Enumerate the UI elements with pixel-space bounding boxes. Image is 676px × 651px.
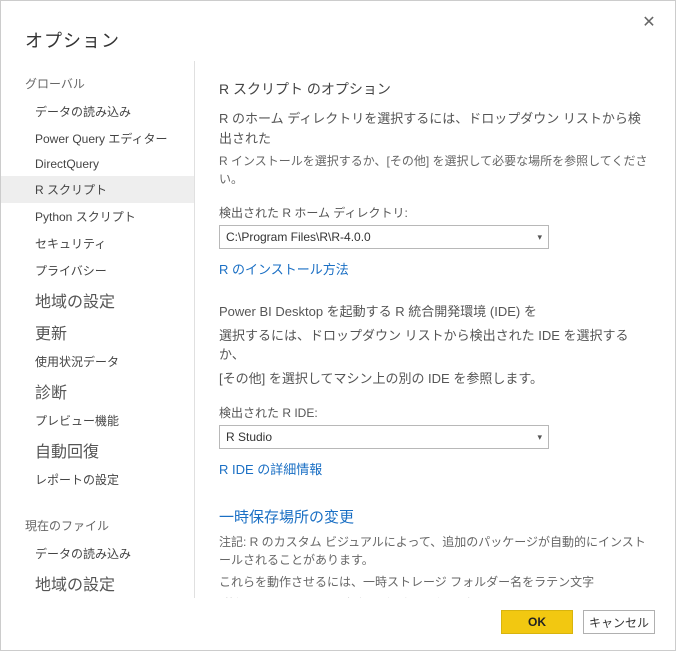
options-dialog: オプション ✕ グローバルデータの読み込みPower Query エディターDi… bbox=[0, 0, 676, 651]
r-install-link[interactable]: R のインストール方法 bbox=[219, 259, 349, 278]
sidebar: グローバルデータの読み込みPower Query エディターDirectQuer… bbox=[1, 61, 195, 598]
sidebar-item[interactable]: 診断 bbox=[1, 375, 194, 407]
sidebar-item[interactable]: R スクリプト bbox=[1, 176, 194, 203]
home-intro-line1: R のホーム ディレクトリを選択するには、ドロップダウン リストから検出された bbox=[219, 109, 651, 148]
sidebar-item[interactable]: プレビュー機能 bbox=[1, 407, 194, 434]
temp-note-line1: 注記: R のカスタム ビジュアルによって、追加のパッケージが自動的にインストー… bbox=[219, 533, 651, 569]
r-home-value: C:\Program Files\R\R-4.0.0 bbox=[226, 230, 371, 244]
chevron-down-icon: ▾ bbox=[537, 232, 542, 243]
sidebar-item[interactable]: データの読み込み bbox=[1, 540, 194, 567]
sidebar-item[interactable]: セキュリティ bbox=[1, 230, 194, 257]
r-home-label: 検出された R ホーム ディレクトリ: bbox=[219, 204, 651, 221]
r-ide-select[interactable]: R Studio ▾ bbox=[219, 425, 549, 449]
sidebar-item[interactable]: 地域の設定 bbox=[1, 284, 194, 316]
home-intro-line2: R インストールを選択するか、[その他] を選択して必要な場所を参照してください… bbox=[219, 152, 651, 188]
ok-button[interactable]: OK bbox=[501, 610, 573, 634]
sidebar-item[interactable]: 地域の設定 bbox=[1, 567, 194, 598]
sidebar-item[interactable]: 使用状況データ bbox=[1, 348, 194, 375]
ide-intro-line1: Power BI Desktop を起動する R 統合開発環境 (IDE) を bbox=[219, 302, 651, 322]
sidebar-item[interactable]: Power Query エディター bbox=[1, 125, 194, 152]
sidebar-item[interactable]: レポートの設定 bbox=[1, 466, 194, 493]
r-home-select[interactable]: C:\Program Files\R\R-4.0.0 ▾ bbox=[219, 225, 549, 249]
r-ide-label: 検出された R IDE: bbox=[219, 404, 651, 421]
sidebar-section-header: グローバル bbox=[1, 69, 194, 98]
ide-intro-line3: [その他] を選択してマシン上の別の IDE を参照します。 bbox=[219, 369, 651, 389]
temp-location-change-link[interactable]: 一時保存場所の変更 bbox=[219, 506, 651, 527]
r-ide-info-link[interactable]: R IDE の詳細情報 bbox=[219, 459, 322, 478]
r-script-options-title: R スクリプト のオプション bbox=[219, 79, 651, 99]
dialog-body: グローバルデータの読み込みPower Query エディターDirectQuer… bbox=[1, 61, 675, 598]
sidebar-item[interactable]: 更新 bbox=[1, 316, 194, 348]
dialog-footer: OK キャンセル bbox=[1, 598, 675, 650]
dialog-title: オプション bbox=[25, 27, 639, 53]
cancel-button[interactable]: キャンセル bbox=[583, 610, 655, 634]
sidebar-item[interactable]: データの読み込み bbox=[1, 98, 194, 125]
content-panel: R スクリプト のオプション R のホーム ディレクトリを選択するには、ドロップ… bbox=[195, 61, 675, 598]
r-ide-value: R Studio bbox=[226, 430, 272, 444]
sidebar-item[interactable]: Python スクリプト bbox=[1, 203, 194, 230]
sidebar-item[interactable]: 自動回復 bbox=[1, 434, 194, 466]
titlebar: オプション ✕ bbox=[1, 1, 675, 61]
ide-intro-line2: 選択するには、ドロップダウン リストから検出された IDE を選択するか、 bbox=[219, 326, 651, 365]
chevron-down-icon: ▾ bbox=[537, 432, 542, 443]
close-icon[interactable]: ✕ bbox=[639, 13, 659, 33]
sidebar-item[interactable]: プライバシー bbox=[1, 257, 194, 284]
sidebar-item[interactable]: DirectQuery bbox=[1, 152, 194, 176]
temp-note-line2: これらを動作させるには、一時ストレージ フォルダー名をラテン文字 bbox=[219, 573, 651, 591]
sidebar-section-header: 現在のファイル bbox=[1, 511, 194, 540]
